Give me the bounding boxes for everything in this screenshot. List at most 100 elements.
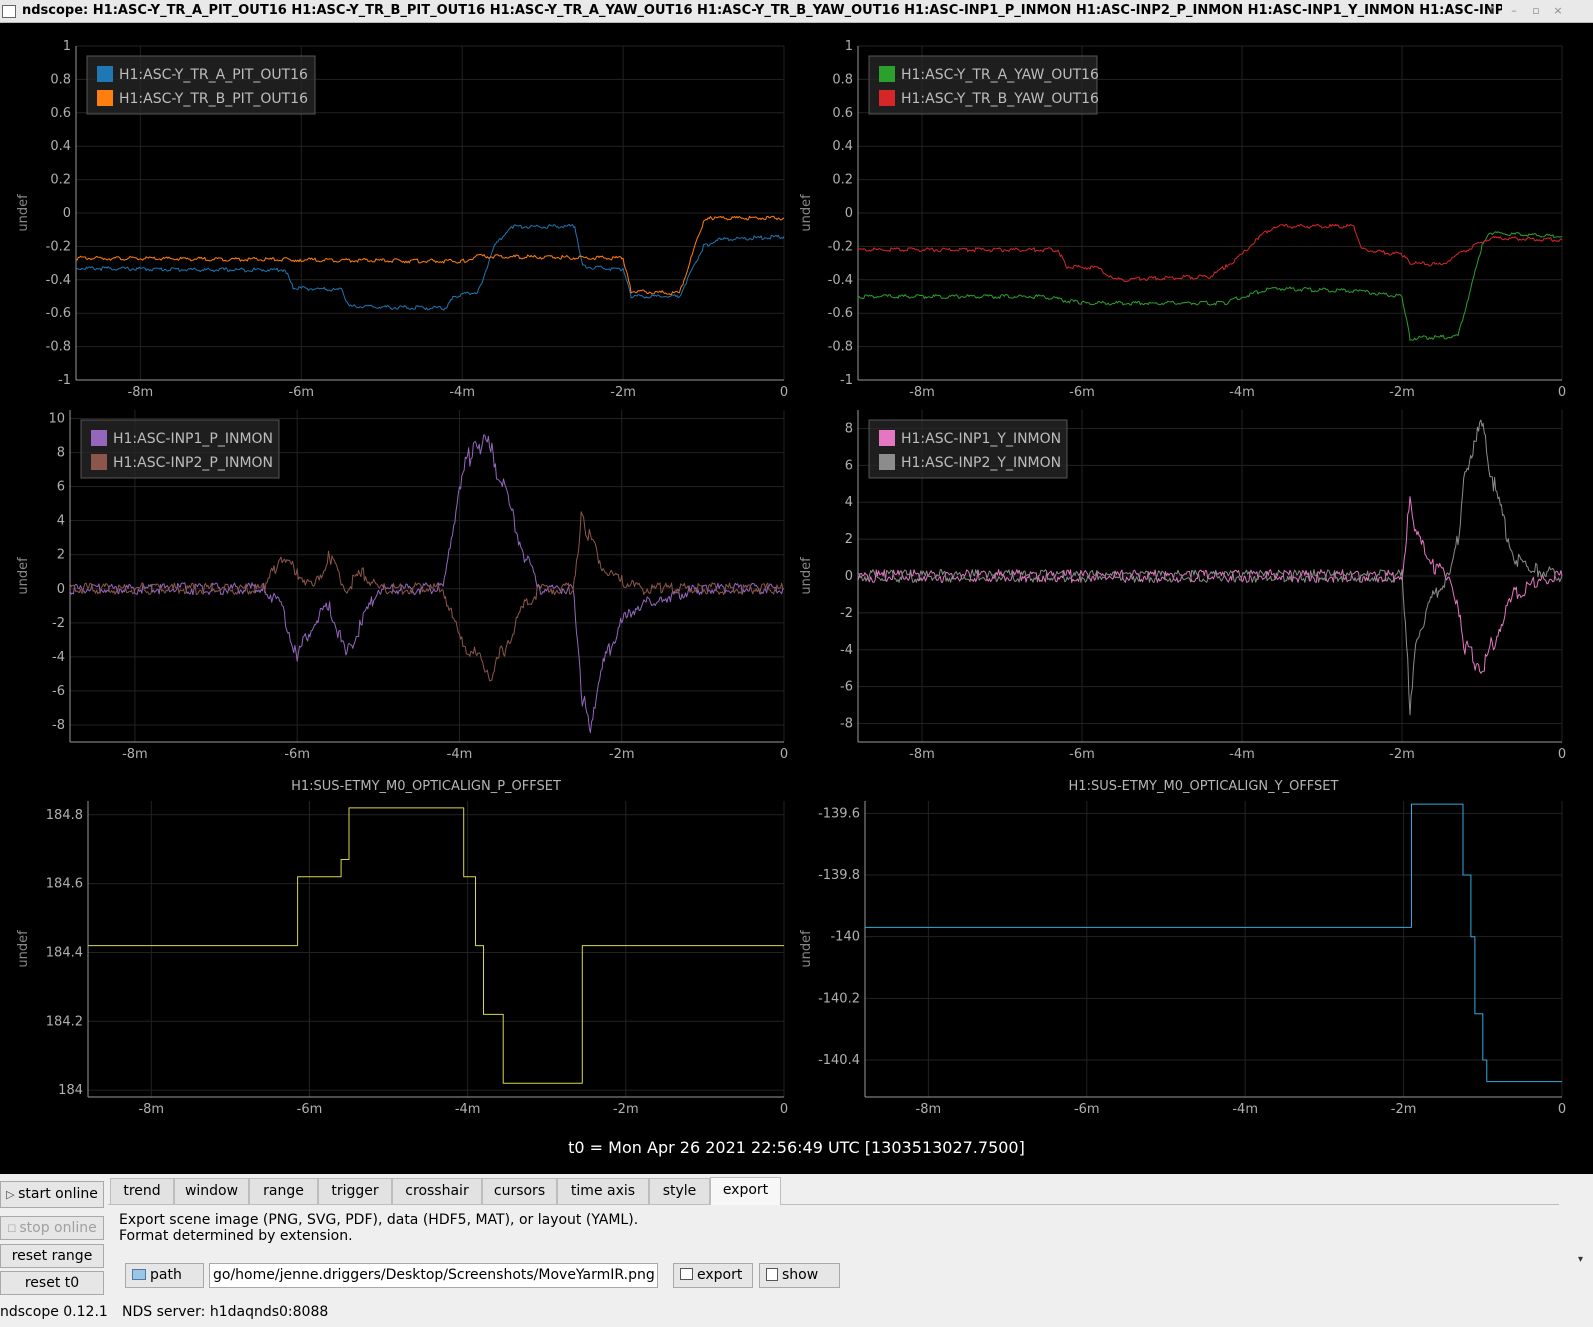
- plot-title: H1:SUS-ETMY_M0_OPTICALIGN_Y_OFFSET: [1069, 779, 1339, 794]
- y-tick-label: 8: [845, 421, 853, 436]
- x-tick-label: -6m: [284, 747, 310, 762]
- x-tick-label: -4m: [449, 385, 475, 400]
- legend-swatch: [879, 90, 895, 106]
- y-tick-label: 184.4: [46, 945, 83, 960]
- reset-t0-button[interactable]: reset t0: [0, 1271, 104, 1295]
- y-tick-label: -2: [840, 606, 853, 621]
- x-tick-label: -6m: [288, 385, 314, 400]
- x-tick-label: -8m: [909, 385, 935, 400]
- path-button[interactable]: path: [125, 1263, 204, 1288]
- tab-time-axis[interactable]: time axis: [557, 1178, 649, 1204]
- tab-window[interactable]: window: [174, 1178, 249, 1204]
- y-tick-label: 0.8: [832, 72, 853, 87]
- y-tick-label: 0.8: [50, 72, 71, 87]
- legend-swatch: [97, 66, 113, 82]
- tab-export[interactable]: export: [710, 1177, 781, 1205]
- stop-online-button[interactable]: ☐ stop online: [0, 1216, 104, 1240]
- y-axis-label: undef: [16, 930, 31, 968]
- legend-entry: H1:ASC-Y_TR_A_YAW_OUT16: [901, 67, 1099, 83]
- tab-cursors[interactable]: cursors: [482, 1178, 557, 1204]
- y-axis-label: undef: [799, 557, 814, 595]
- x-tick-label: -2m: [1389, 385, 1415, 400]
- window-titlebar: ndscope: H1:ASC-Y_TR_A_PIT_OUT16 H1:ASC-…: [0, 0, 1593, 23]
- x-tick-label: -6m: [1074, 1102, 1100, 1117]
- y-tick-label: 1: [845, 39, 853, 54]
- x-tick-label: -8m: [909, 747, 935, 762]
- plot-area[interactable]: -8m -6m -4m -2m 0 1 0.8 0.6 0.4 0.2 0 -0.2 -0.4 -0.6 -…: [0, 27, 1593, 1174]
- legend-swatch: [879, 454, 895, 470]
- y-tick-label: -139.6: [818, 806, 860, 821]
- export-path-input[interactable]: go/home/jenne.driggers/Desktop/Screensho…: [209, 1263, 658, 1288]
- dropdown-arrow-icon[interactable]: ▾: [1578, 1254, 1583, 1265]
- y-axis-label: undef: [16, 557, 31, 595]
- app-icon: [2, 5, 16, 18]
- y-tick-label: 0.2: [50, 173, 71, 188]
- x-tick-label: -6m: [1069, 385, 1095, 400]
- tab-trend[interactable]: trend: [110, 1178, 174, 1204]
- start-online-button[interactable]: ▷ start online: [0, 1181, 104, 1208]
- y-tick-label: 0.6: [832, 106, 853, 121]
- y-tick-label: 4: [845, 495, 853, 510]
- x-tick-label: 0: [1558, 1102, 1566, 1117]
- y-tick-label: -139.8: [818, 868, 860, 883]
- play-icon: ▷: [6, 1188, 19, 1201]
- y-tick-label: 184.2: [46, 1014, 83, 1029]
- export-button[interactable]: export: [673, 1263, 753, 1288]
- y-tick-label: -140.4: [818, 1053, 860, 1068]
- y-tick-label: 0: [57, 582, 65, 597]
- tab-style[interactable]: style: [649, 1178, 710, 1204]
- tab-crosshair[interactable]: crosshair: [392, 1178, 482, 1204]
- plot-4: -8m -6m -4m -2m 0 8 6 4 2 0 -2 -4 -6 -8 undef H1:ASC-IN…: [799, 410, 1566, 762]
- y-tick-label: 184.8: [46, 808, 83, 823]
- x-tick-label: 0: [1558, 385, 1566, 400]
- x-tick-label: -2m: [1391, 1102, 1417, 1117]
- plot-title: H1:SUS-ETMY_M0_OPTICALIGN_P_OFFSET: [291, 779, 561, 794]
- show-button[interactable]: show: [759, 1263, 840, 1288]
- y-tick-label: 0.2: [832, 173, 853, 188]
- y-tick-label: -1: [58, 373, 71, 388]
- export-icon: [680, 1268, 693, 1280]
- y-tick-label: -8: [840, 717, 853, 732]
- y-tick-label: -0.2: [828, 239, 853, 254]
- series-line-1: [88, 807, 784, 1084]
- x-tick-label: -4m: [447, 747, 473, 762]
- series-line-2: [76, 215, 785, 296]
- legend-swatch: [91, 430, 107, 446]
- x-tick-label: -4m: [455, 1102, 481, 1117]
- y-tick-label: -140: [830, 930, 860, 945]
- series-line-1: [75, 223, 785, 311]
- legend-entry: H1:ASC-INP2_P_INMON: [113, 455, 273, 471]
- legend-entry: H1:ASC-INP2_Y_INMON: [901, 455, 1061, 471]
- legend-swatch: [879, 430, 895, 446]
- series-line-2: [69, 511, 785, 682]
- y-tick-label: -2: [52, 616, 65, 631]
- y-tick-label: 2: [57, 548, 65, 563]
- y-tick-label: 2: [845, 532, 853, 547]
- y-tick-label: -8: [52, 718, 65, 733]
- shade-button[interactable]: ⇡: [1483, 3, 1501, 19]
- legend-entry: H1:ASC-Y_TR_B_PIT_OUT16: [119, 91, 308, 107]
- x-tick-label: -8m: [138, 1102, 164, 1117]
- document-icon: [766, 1268, 778, 1281]
- y-tick-label: -0.4: [46, 273, 71, 288]
- y-tick-label: 0: [63, 206, 71, 221]
- maximize-button[interactable]: ▫: [1527, 3, 1545, 19]
- reset-range-button[interactable]: reset range: [0, 1244, 104, 1268]
- y-tick-label: -6: [52, 684, 65, 699]
- y-tick-label: -4: [840, 643, 853, 658]
- tab-range[interactable]: range: [249, 1178, 318, 1204]
- legend-swatch: [97, 90, 113, 106]
- y-tick-label: -140.2: [818, 991, 860, 1006]
- y-tick-label: 10: [48, 412, 65, 427]
- y-tick-label: -0.2: [46, 239, 71, 254]
- close-button[interactable]: ×: [1549, 3, 1567, 19]
- series-line-1: [865, 803, 1562, 1083]
- y-tick-label: -0.8: [46, 340, 71, 355]
- x-tick-label: -2m: [610, 385, 636, 400]
- y-tick-label: 8: [57, 446, 65, 461]
- tab-trigger[interactable]: trigger: [318, 1178, 392, 1204]
- minimize-button[interactable]: –: [1505, 3, 1523, 19]
- legend-swatch: [91, 454, 107, 470]
- export-help-line-2: Format determined by extension.: [119, 1228, 353, 1244]
- y-axis-label: undef: [799, 194, 814, 232]
